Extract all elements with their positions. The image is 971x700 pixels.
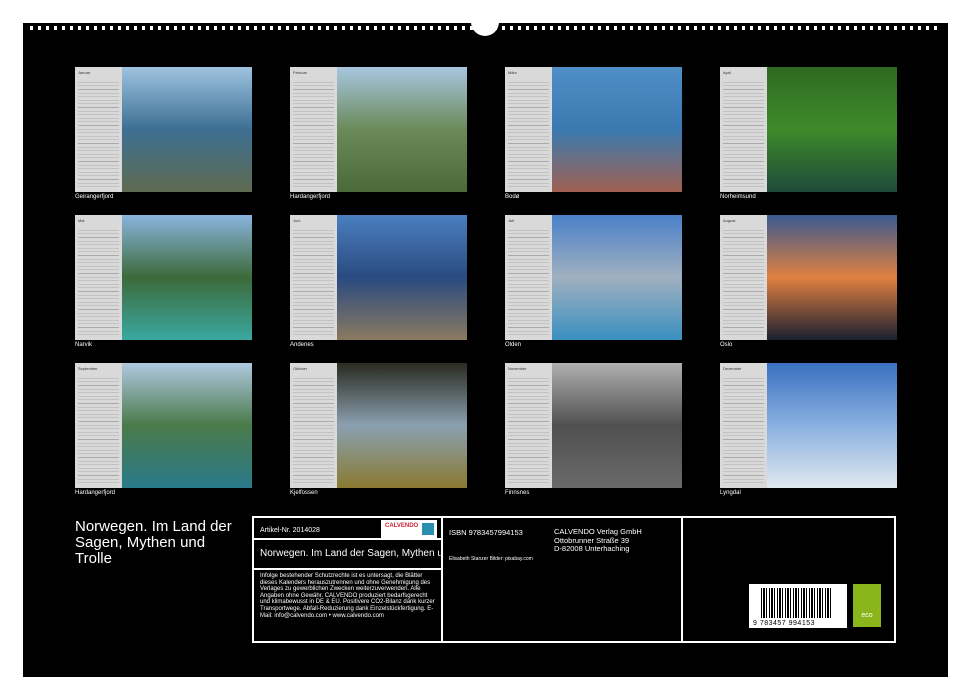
photo-caption: Oslo xyxy=(720,342,732,348)
calendar-strip: März xyxy=(505,67,552,192)
photo-caption: Norheimsund xyxy=(720,194,756,200)
photo-credit: Elisabeth Stanzer Bilder: pixabay.com xyxy=(449,556,533,562)
month-thumbnail: Juni Andenes xyxy=(290,215,467,352)
calendar-strip: Dezember xyxy=(720,363,767,488)
photo-caption: Bodø xyxy=(505,194,519,200)
calendar-strip: Mai xyxy=(75,215,122,340)
calendar-strip: August xyxy=(720,215,767,340)
article-number: Artikel-Nr. 2014028 xyxy=(260,527,320,534)
month-name: Mai xyxy=(78,218,119,223)
publisher-address: CALVENDO Verlag GmbHOttobrunner Straße 3… xyxy=(554,528,642,554)
month-photo xyxy=(552,363,682,488)
calendar-strip: Januar xyxy=(75,67,122,192)
calendar-strip: April xyxy=(720,67,767,192)
month-name: August xyxy=(723,218,764,223)
photo-caption: Lyngdal xyxy=(720,490,741,496)
barcode: 9 783457 994153 xyxy=(749,584,847,628)
month-thumbnail: Juli Olden xyxy=(505,215,682,352)
month-name: November xyxy=(508,366,549,371)
calendar-strip: November xyxy=(505,363,552,488)
month-thumbnail: Dezember Lyngdal xyxy=(720,363,897,500)
month-thumbnail: April Norheimsund xyxy=(720,67,897,204)
calendar-strip: Juni xyxy=(290,215,337,340)
calendar-strip: Juli xyxy=(505,215,552,340)
product-title: Norwegen. Im Land der Sagen, Mythen und … xyxy=(254,540,441,570)
month-name: April xyxy=(723,70,764,75)
photo-caption: Olden xyxy=(505,342,521,348)
calendar-title: Norwegen. Im Land der Sagen, Mythen und … xyxy=(75,519,245,567)
month-thumbnail: Oktober Kjelfossen xyxy=(290,363,467,500)
calendar-strip: September xyxy=(75,363,122,488)
month-name: Dezember xyxy=(723,366,764,371)
photo-caption: Hardangerfjord xyxy=(290,194,330,200)
month-photo xyxy=(337,215,467,340)
photo-caption: Geirangerfjord xyxy=(75,194,113,200)
photo-caption: Hardangerfjord xyxy=(75,490,115,496)
month-thumbnail: August Oslo xyxy=(720,215,897,352)
month-thumbnail: Mai Narvik xyxy=(75,215,252,352)
calendar-strip: Oktober xyxy=(290,363,337,488)
photo-caption: Finnsnes xyxy=(505,490,529,496)
month-name: Juni xyxy=(293,218,334,223)
month-name: März xyxy=(508,70,549,75)
photo-caption: Narvik xyxy=(75,342,92,348)
month-name: Juli xyxy=(508,218,549,223)
month-photo xyxy=(122,363,252,488)
month-thumbnail: Februar Hardangerfjord xyxy=(290,67,467,204)
isbn: ISBN 9783457994153 xyxy=(449,528,523,537)
month-name: September xyxy=(78,366,119,371)
month-thumbnail: September Hardangerfjord xyxy=(75,363,252,500)
month-thumbnail: Januar Geirangerfjord xyxy=(75,67,252,204)
month-name: Februar xyxy=(293,70,334,75)
calvendo-logo: CALVENDO xyxy=(381,520,437,538)
month-photo xyxy=(337,67,467,192)
photo-caption: Andenes xyxy=(290,342,314,348)
month-photo xyxy=(767,67,897,192)
month-photo xyxy=(337,363,467,488)
month-photo xyxy=(122,67,252,192)
month-thumbnail: März Bodø xyxy=(505,67,682,204)
photo-caption: Kjelfossen xyxy=(290,490,318,496)
month-photo xyxy=(122,215,252,340)
month-name: Oktober xyxy=(293,366,334,371)
calendar-strip: Februar xyxy=(290,67,337,192)
eco-leaf-icon: eco xyxy=(853,584,881,627)
month-photo xyxy=(552,215,682,340)
month-photo xyxy=(552,67,682,192)
info-box: Artikel-Nr. 2014028 CALVENDO Norwegen. I… xyxy=(252,516,896,643)
month-thumbnail: November Finnsnes xyxy=(505,363,682,500)
legal-text: Infolge bestehender Schutzrechte ist es … xyxy=(254,570,441,622)
month-photo xyxy=(767,363,897,488)
month-name: Januar xyxy=(78,70,119,75)
month-photo xyxy=(767,215,897,340)
